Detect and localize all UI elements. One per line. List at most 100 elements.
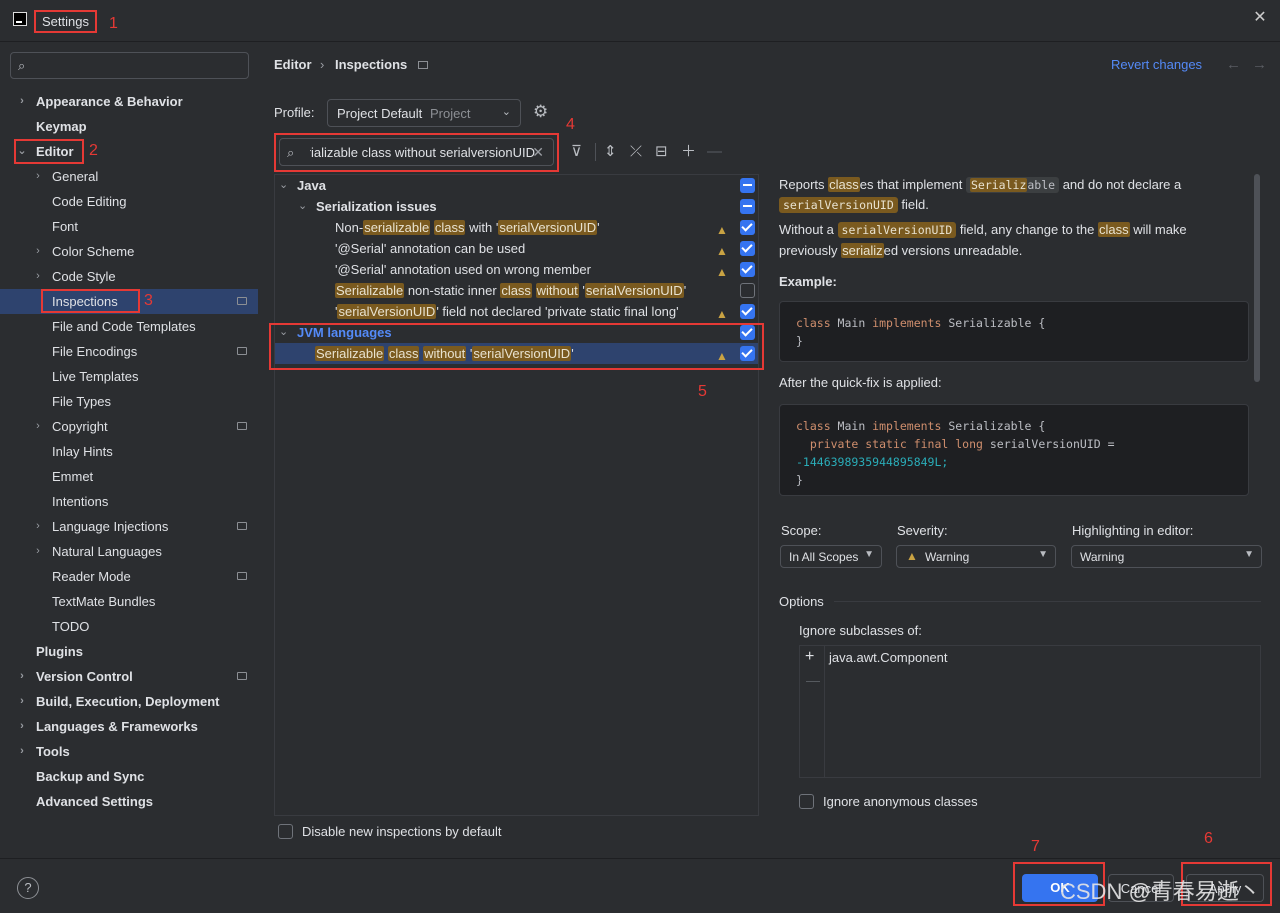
chevron-right-icon[interactable]: › — [32, 514, 44, 539]
chevron-down-icon[interactable]: ⌄ — [279, 175, 288, 196]
expand-all-icon[interactable]: ⇕ — [604, 144, 617, 160]
inspection-checkbox[interactable] — [740, 346, 755, 361]
chevron-right-icon[interactable]: › — [16, 664, 28, 689]
chevron-right-icon[interactable]: › — [32, 414, 44, 439]
sidebar-item-plugins[interactable]: Plugins — [0, 639, 258, 664]
inspection-checkbox[interactable] — [740, 304, 755, 319]
sidebar-item-code-editing[interactable]: Code Editing — [0, 189, 258, 214]
sidebar-item-inspections[interactable]: Inspections — [0, 289, 258, 314]
remove-icon[interactable]: — — [806, 672, 820, 688]
sidebar-item-language-injections[interactable]: › Language Injections — [0, 514, 258, 539]
sidebar-item-file-encodings[interactable]: File Encodings — [0, 339, 258, 364]
sidebar-item-copyright[interactable]: › Copyright — [0, 414, 258, 439]
help-icon[interactable]: ? — [17, 877, 39, 899]
add-icon[interactable]: + — [805, 648, 814, 666]
sidebar-item-version-control[interactable]: › Version Control — [0, 664, 258, 689]
sidebar-item-keymap[interactable]: Keymap — [0, 114, 258, 139]
chevron-right-icon[interactable]: › — [16, 714, 28, 739]
highlighting-dropdown[interactable]: Warning ▼ — [1071, 545, 1262, 568]
label-segment: Java — [297, 178, 326, 193]
chevron-down-icon[interactable]: ⌄ — [298, 196, 307, 217]
tree-group-row[interactable]: ⌄ JVM languages — [275, 322, 758, 343]
sidebar-item-color-scheme[interactable]: › Color Scheme — [0, 239, 258, 264]
ignore-anonymous-checkbox[interactable] — [799, 794, 814, 809]
inspection-filter-input[interactable]: ⌕ Serializable class without serialversi… — [279, 138, 554, 166]
revert-changes-link[interactable]: Revert changes — [1111, 57, 1202, 72]
collapse-all-icon[interactable]: ⤫ — [630, 144, 642, 160]
reset-to-default-icon[interactable]: ⊟ — [655, 144, 668, 160]
settings-search-input[interactable]: ⌕ — [10, 52, 249, 79]
sidebar-item-inlay-hints[interactable]: Inlay Hints — [0, 439, 258, 464]
chevron-right-icon[interactable]: › — [16, 689, 28, 714]
chevron-down-icon[interactable]: ⌄ — [16, 139, 28, 164]
chevron-right-icon[interactable]: › — [16, 739, 28, 764]
sidebar-item-file-types[interactable]: File Types — [0, 389, 258, 414]
tree-group-row[interactable]: ⌄ Java — [275, 175, 758, 196]
inspection-checkbox[interactable] — [740, 283, 755, 298]
clear-icon[interactable]: ✕ — [532, 144, 544, 161]
inspection-checkbox[interactable] — [740, 178, 755, 193]
caret-down-icon: ▼ — [1038, 549, 1048, 560]
tree-item-row[interactable]: Serializable class without 'serialVersio… — [275, 343, 758, 364]
chevron-right-icon[interactable]: › — [32, 164, 44, 189]
sidebar-item-languages-frameworks[interactable]: › Languages & Frameworks — [0, 714, 258, 739]
chevron-right-icon[interactable]: › — [32, 239, 44, 264]
sidebar-item-natural-languages[interactable]: › Natural Languages — [0, 539, 258, 564]
filter-icon[interactable]: ⊽ — [571, 144, 582, 160]
sidebar-item-backup-and-sync[interactable]: Backup and Sync — [0, 764, 258, 789]
sidebar-item-file-and-code-templates[interactable]: File and Code Templates — [0, 314, 258, 339]
sidebar-item-tools[interactable]: › Tools — [0, 739, 258, 764]
match-highlight: serialVersionUID — [584, 283, 684, 298]
severity-dropdown[interactable]: ▲ Warning ▼ — [896, 545, 1056, 568]
chevron-right-icon[interactable]: › — [16, 89, 28, 114]
chevron-right-icon[interactable]: › — [32, 264, 44, 289]
inspection-checkbox[interactable] — [740, 325, 755, 340]
tree-group-row[interactable]: ⌄ Serialization issues — [275, 196, 758, 217]
profile-dropdown[interactable]: Project Default Project ⌄ — [327, 99, 521, 127]
sidebar-item-editor[interactable]: ⌄ Editor — [0, 139, 258, 164]
tree-item-row[interactable]: 'serialVersionUID' field not declared 'p… — [275, 301, 758, 322]
disable-new-inspections-checkbox[interactable] — [278, 824, 293, 839]
highlighting-label: Highlighting in editor: — [1072, 523, 1194, 538]
sidebar-item-reader-mode[interactable]: Reader Mode — [0, 564, 258, 589]
gear-icon[interactable]: ⚙ — [533, 102, 548, 122]
sidebar-item-live-templates[interactable]: Live Templates — [0, 364, 258, 389]
inspection-checkbox[interactable] — [740, 199, 755, 214]
back-arrow-icon[interactable]: ← — [1226, 56, 1241, 73]
sidebar-item-label: Copyright — [52, 419, 108, 434]
inspection-checkbox[interactable] — [740, 262, 755, 277]
code-line: class Main implements Serializable { — [796, 316, 1046, 330]
forward-arrow-icon[interactable]: → — [1252, 56, 1267, 73]
scope-dropdown[interactable]: In All Scopes ▼ — [780, 545, 882, 568]
sidebar-item-build-execution-deployment[interactable]: › Build, Execution, Deployment — [0, 689, 258, 714]
tree-item-row[interactable]: '@Serial' annotation used on wrong membe… — [275, 259, 758, 280]
annotation-4: 4 — [566, 116, 575, 133]
inspection-checkbox[interactable] — [740, 241, 755, 256]
chevron-right-icon[interactable]: › — [32, 539, 44, 564]
close-icon[interactable]: ✕ — [1252, 10, 1268, 26]
toolbar-separator — [595, 143, 596, 161]
tree-item-row[interactable]: '@Serial' annotation can be used ▲ — [275, 238, 758, 259]
tree-item-row[interactable]: Serializable non-static inner class with… — [275, 280, 758, 301]
desc-text: ed versions unreadable. — [883, 243, 1023, 258]
sidebar-item-label: Backup and Sync — [36, 769, 145, 784]
sidebar-item-code-style[interactable]: › Code Style — [0, 264, 258, 289]
remove-icon[interactable]: — — [707, 144, 722, 160]
tree-row-label: Java — [297, 175, 326, 196]
sidebar-item-advanced-settings[interactable]: Advanced Settings — [0, 789, 258, 814]
breadcrumb-editor[interactable]: Editor — [274, 57, 312, 72]
sidebar-item-label: Color Scheme — [52, 244, 135, 259]
sidebar-item-todo[interactable]: TODO — [0, 614, 258, 639]
description-scrollbar[interactable] — [1254, 174, 1260, 382]
inspection-checkbox[interactable] — [740, 220, 755, 235]
chevron-down-icon[interactable]: ⌄ — [279, 322, 288, 343]
sidebar-item-textmate-bundles[interactable]: TextMate Bundles — [0, 589, 258, 614]
sidebar-item-appearance-behavior[interactable]: › Appearance & Behavior — [0, 89, 258, 114]
tree-item-row[interactable]: Non-serializable class with 'serialVersi… — [275, 217, 758, 238]
sidebar-item-intentions[interactable]: Intentions — [0, 489, 258, 514]
sidebar-item-general[interactable]: › General — [0, 164, 258, 189]
add-icon[interactable]: ＋ — [681, 144, 696, 160]
list-item[interactable]: java.awt.Component — [829, 650, 948, 665]
sidebar-item-emmet[interactable]: Emmet — [0, 464, 258, 489]
sidebar-item-font[interactable]: Font — [0, 214, 258, 239]
